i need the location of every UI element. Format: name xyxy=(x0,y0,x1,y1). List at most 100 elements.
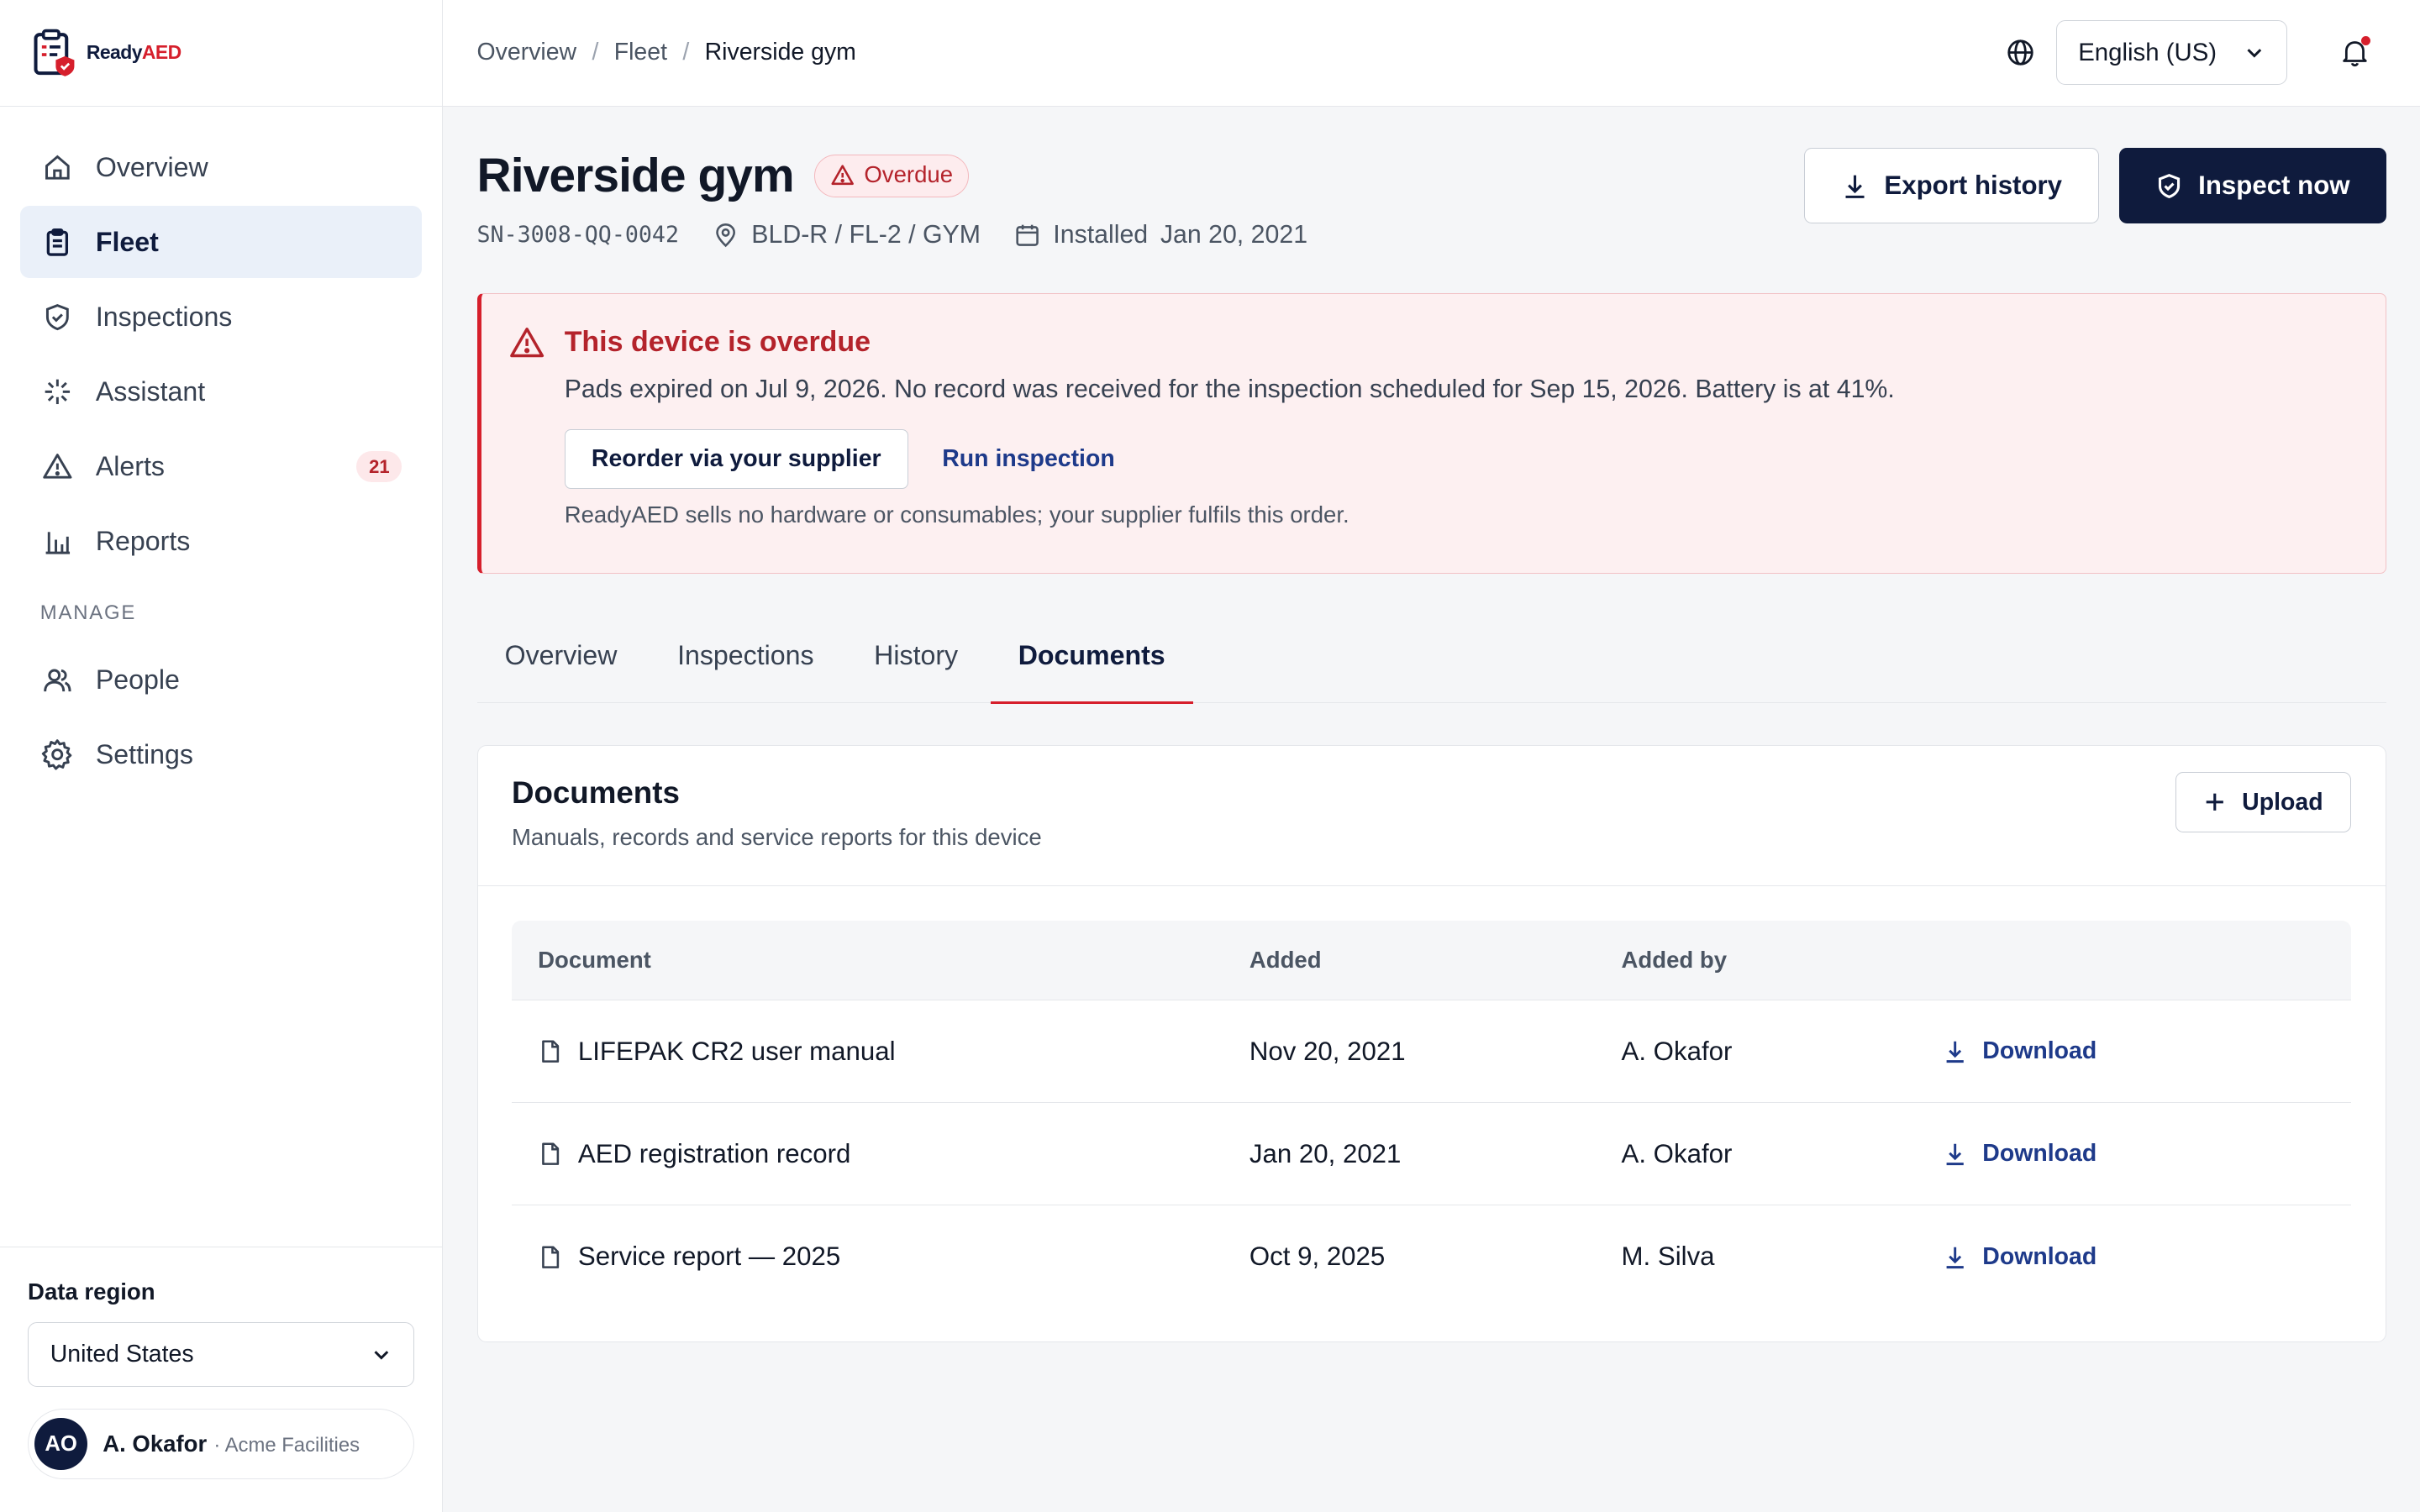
logo-icon xyxy=(34,29,75,76)
breadcrumb-current: Riverside gym xyxy=(704,39,856,66)
device-meta: SN-3008-QQ-0042 BLD-R / FL-2 / GYM Insta… xyxy=(477,221,1308,249)
download-icon xyxy=(1946,1247,1964,1268)
documents-table: Document Added Added by LIFEPAK CR2 user… xyxy=(511,920,2352,1309)
tab-inspections[interactable]: Inspections xyxy=(650,625,842,703)
overdue-alert: This device is overdue Pads expired on J… xyxy=(476,292,2386,575)
language-select[interactable]: English (US) xyxy=(2055,20,2288,86)
sidebar-item-label: Settings xyxy=(95,738,193,769)
document-added: Nov 20, 2021 xyxy=(1249,1036,1406,1066)
sidebar-item-label: Reports xyxy=(95,526,191,557)
status-badge: Overdue xyxy=(813,155,970,197)
file-icon xyxy=(542,1040,560,1063)
tab-overview[interactable]: Overview xyxy=(477,625,645,703)
brand-name: ReadyAED xyxy=(86,41,182,64)
sidebar: ReadyAED Overview Fleet Inspections Assi… xyxy=(0,0,444,1512)
export-history-button[interactable]: Export history xyxy=(1804,148,2099,224)
notifications-button[interactable] xyxy=(2324,22,2386,83)
document-added-by: M. Silva xyxy=(1621,1242,1715,1272)
installed-label: Installed xyxy=(1053,220,1149,249)
data-region-label: Data region xyxy=(28,1278,155,1305)
alert-title: This device is overdue xyxy=(564,326,871,359)
breadcrumb-separator: / xyxy=(682,39,690,66)
warning-icon xyxy=(40,449,74,483)
language-value: English (US) xyxy=(2078,38,2217,66)
documents-title: Documents xyxy=(511,774,680,810)
gear-icon xyxy=(40,738,74,771)
avatar: AO xyxy=(34,1417,87,1471)
main-area: Overview / Fleet / Riverside gym English… xyxy=(443,0,2420,1512)
sidebar-item-fleet[interactable]: Fleet xyxy=(19,206,423,279)
alerts-count-badge: 21 xyxy=(356,451,402,482)
download-link[interactable]: Download xyxy=(1943,1140,2097,1168)
sparkle-icon xyxy=(40,375,74,408)
documents-subtitle: Manuals, records and service reports for… xyxy=(511,824,1042,851)
breadcrumb: Overview / Fleet / Riverside gym xyxy=(477,39,856,66)
user-account-card[interactable]: AO A. Okafor · Acme Facilities xyxy=(28,1408,415,1480)
tab-documents[interactable]: Documents xyxy=(990,625,1193,705)
nav-section-manage: MANAGE xyxy=(39,601,137,625)
sidebar-item-settings[interactable]: Settings xyxy=(20,718,422,790)
download-link[interactable]: Download xyxy=(1943,1037,2097,1065)
chevron-down-icon xyxy=(374,1350,388,1360)
document-added-by: A. Okafor xyxy=(1621,1036,1733,1066)
device-detail: Riverside gym Overdue SN-3008-QQ-0042 BL… xyxy=(443,107,2420,1342)
sidebar-footer: Data region United States AO A. Okafor ·… xyxy=(0,1247,443,1512)
document-added-by: A. Okafor xyxy=(1621,1138,1733,1168)
notification-dot xyxy=(2361,35,2371,45)
brand-logo[interactable]: ReadyAED xyxy=(0,0,443,107)
alert-note: ReadyAED sells no hardware or consumable… xyxy=(564,501,1349,528)
sidebar-item-alerts[interactable]: Alerts 21 xyxy=(20,430,422,502)
sidebar-item-reports[interactable]: Reports xyxy=(20,505,422,577)
home-icon xyxy=(40,150,74,184)
table-header: Document Added Added by xyxy=(511,920,2352,1001)
document-name: Service report — 2025 xyxy=(577,1242,841,1272)
user-org: · Acme Facilities xyxy=(213,1434,360,1457)
tab-history[interactable]: History xyxy=(846,625,986,703)
plus-icon xyxy=(2206,793,2224,811)
download-label: Download xyxy=(1982,1140,2097,1168)
sidebar-item-inspections[interactable]: Inspections xyxy=(20,281,422,353)
download-label: Download xyxy=(1982,1037,2097,1065)
documents-card: Documents Manuals, records and service r… xyxy=(476,745,2386,1342)
inspect-now-button[interactable]: Inspect now xyxy=(2118,148,2386,224)
table-row: AED registration record Jan 20, 2021 A. … xyxy=(511,1103,2352,1206)
sidebar-item-label: Overview xyxy=(95,151,208,182)
data-region-select[interactable]: United States xyxy=(28,1321,415,1388)
status-label: Overdue xyxy=(864,161,954,188)
column-header-added: Added xyxy=(1249,946,1322,973)
download-link[interactable]: Download xyxy=(1943,1242,2097,1271)
breadcrumb-separator: / xyxy=(592,39,599,66)
primary-nav: Overview Fleet Inspections Assistant Ale… xyxy=(0,107,442,791)
breadcrumb-overview[interactable]: Overview xyxy=(477,39,577,66)
warning-icon xyxy=(509,327,544,357)
chevron-down-icon xyxy=(2247,49,2261,58)
topbar: Overview / Fleet / Riverside gym English… xyxy=(443,0,2420,107)
shield-check-icon xyxy=(40,300,74,333)
document-name: LIFEPAK CR2 user manual xyxy=(577,1036,896,1066)
run-inspection-link[interactable]: Run inspection xyxy=(942,445,1115,473)
document-added: Oct 9, 2025 xyxy=(1249,1242,1386,1272)
sidebar-item-people[interactable]: People xyxy=(20,643,422,716)
download-label: Download xyxy=(1982,1242,2097,1270)
table-row: LIFEPAK CR2 user manual Nov 20, 2021 A. … xyxy=(511,1000,2352,1104)
download-icon xyxy=(1946,1041,1964,1063)
people-icon xyxy=(40,663,74,696)
device-tabs: Overview Inspections History Documents xyxy=(476,625,2386,705)
sidebar-item-label: Inspections xyxy=(95,301,233,332)
sidebar-item-label: Alerts xyxy=(95,451,165,481)
sidebar-item-overview[interactable]: Overview xyxy=(20,131,422,203)
sidebar-item-label: Fleet xyxy=(95,226,159,257)
warning-icon xyxy=(831,165,854,185)
column-header-added-by: Added by xyxy=(1621,946,1728,973)
page-title: Riverside gym xyxy=(476,149,795,203)
table-row: Service report — 2025 Oct 9, 2025 M. Sil… xyxy=(512,1205,2351,1308)
installed-date: Jan 20, 2021 xyxy=(1160,220,1308,249)
reorder-supplier-button[interactable]: Reorder via your supplier xyxy=(564,428,908,490)
sidebar-item-assistant[interactable]: Assistant xyxy=(20,355,422,428)
breadcrumb-fleet[interactable]: Fleet xyxy=(614,39,667,66)
upload-button[interactable]: Upload xyxy=(2175,772,2352,832)
globe-icon xyxy=(2007,39,2033,66)
serial-number: SN-3008-QQ-0042 xyxy=(476,222,679,249)
bar-chart-icon xyxy=(40,524,74,558)
page-header: Riverside gym Overdue SN-3008-QQ-0042 BL… xyxy=(477,107,2386,293)
